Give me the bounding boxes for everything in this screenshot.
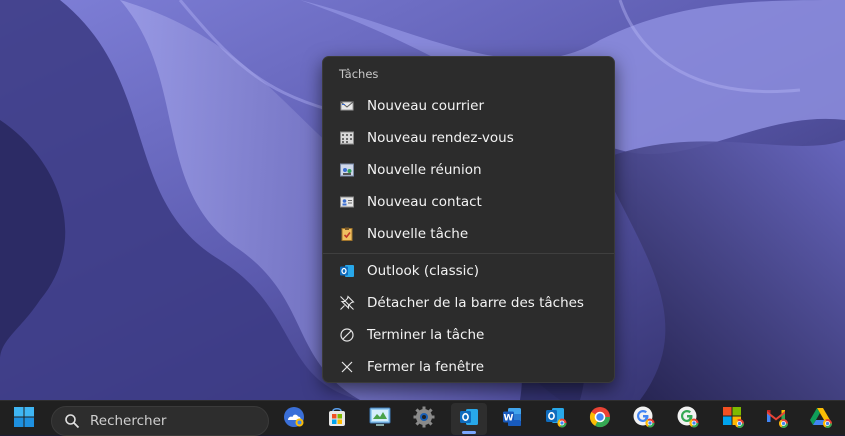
store-button[interactable] bbox=[319, 403, 355, 435]
chrome-icon bbox=[588, 405, 612, 433]
menu-item-new-mail[interactable]: Nouveau courrier bbox=[327, 91, 610, 121]
task-clipboard-icon bbox=[339, 226, 355, 242]
google-drive-icon bbox=[809, 405, 833, 433]
taskbar: Rechercher W bbox=[0, 400, 845, 436]
onedrive-icon bbox=[282, 405, 306, 433]
close-icon bbox=[339, 359, 355, 375]
unpin-icon bbox=[339, 295, 355, 311]
menu-item-label: Détacher de la barre des tâches bbox=[367, 295, 584, 311]
google-chrome-icon bbox=[632, 405, 656, 433]
calendar-icon bbox=[339, 130, 355, 146]
outlook-chrome-button[interactable] bbox=[538, 403, 574, 435]
control-panel-button[interactable] bbox=[362, 403, 398, 435]
contact-card-icon bbox=[339, 194, 355, 210]
google-chrome-icon bbox=[676, 405, 700, 433]
menu-item-unpin[interactable]: Détacher de la barre des tâches bbox=[327, 288, 610, 318]
outlook-icon bbox=[458, 406, 480, 432]
menu-item-close-window[interactable]: Fermer la fenêtre bbox=[327, 352, 610, 382]
menu-item-new-appointment[interactable]: Nouveau rendez-vous bbox=[327, 123, 610, 153]
menu-item-new-contact[interactable]: Nouveau contact bbox=[327, 187, 610, 217]
gmail-icon bbox=[765, 405, 789, 433]
start-button[interactable] bbox=[6, 403, 42, 435]
chrome-button[interactable] bbox=[582, 403, 618, 435]
active-indicator bbox=[462, 431, 476, 434]
menu-item-label: Nouveau courrier bbox=[367, 98, 485, 114]
google-chrome-app-button[interactable] bbox=[626, 403, 662, 435]
menu-item-label: Nouveau rendez-vous bbox=[367, 130, 514, 146]
menu-item-open-outlook[interactable]: Outlook (classic) bbox=[327, 256, 610, 286]
outlook-chrome-icon bbox=[544, 405, 568, 433]
search-box[interactable]: Rechercher bbox=[51, 406, 269, 436]
store-icon bbox=[326, 406, 348, 432]
menu-item-label: Terminer la tâche bbox=[367, 327, 485, 343]
onedrive-button[interactable] bbox=[276, 403, 312, 435]
meeting-icon bbox=[339, 162, 355, 178]
svg-text:W: W bbox=[504, 414, 514, 424]
taskbar-jump-list-menu: Tâches Nouveau courrier Nouveau rendez-v… bbox=[322, 56, 615, 383]
outlook-icon bbox=[339, 263, 355, 279]
gmail-button[interactable] bbox=[759, 403, 795, 435]
menu-item-end-task[interactable]: Terminer la tâche bbox=[327, 320, 610, 350]
menu-item-label: Nouvelle tâche bbox=[367, 226, 469, 242]
end-task-icon bbox=[339, 327, 355, 343]
menu-item-label: Nouveau contact bbox=[367, 194, 482, 210]
outlook-button[interactable] bbox=[451, 403, 487, 435]
tasks-section-title: Tâches bbox=[339, 67, 379, 81]
search-placeholder: Rechercher bbox=[90, 413, 167, 429]
control-panel-icon bbox=[368, 406, 392, 432]
google-chrome-app-2-button[interactable] bbox=[670, 403, 706, 435]
menu-item-label: Nouvelle réunion bbox=[367, 162, 482, 178]
new-mail-icon bbox=[339, 98, 355, 114]
menu-item-label: Fermer la fenêtre bbox=[367, 359, 485, 375]
menu-separator bbox=[323, 253, 614, 254]
microsoft-chrome-icon bbox=[721, 405, 745, 433]
search-icon bbox=[64, 413, 80, 429]
drive-button[interactable] bbox=[803, 403, 839, 435]
word-button[interactable]: W bbox=[494, 403, 530, 435]
menu-item-new-task[interactable]: Nouvelle tâche bbox=[327, 219, 610, 249]
word-icon: W bbox=[501, 406, 523, 432]
menu-item-label: Outlook (classic) bbox=[367, 263, 480, 279]
windows-logo-icon bbox=[13, 406, 35, 432]
microsoft-chrome-button[interactable] bbox=[715, 403, 751, 435]
menu-item-new-meeting[interactable]: Nouvelle réunion bbox=[327, 155, 610, 185]
settings-button[interactable] bbox=[406, 403, 442, 435]
gear-icon bbox=[412, 405, 436, 433]
